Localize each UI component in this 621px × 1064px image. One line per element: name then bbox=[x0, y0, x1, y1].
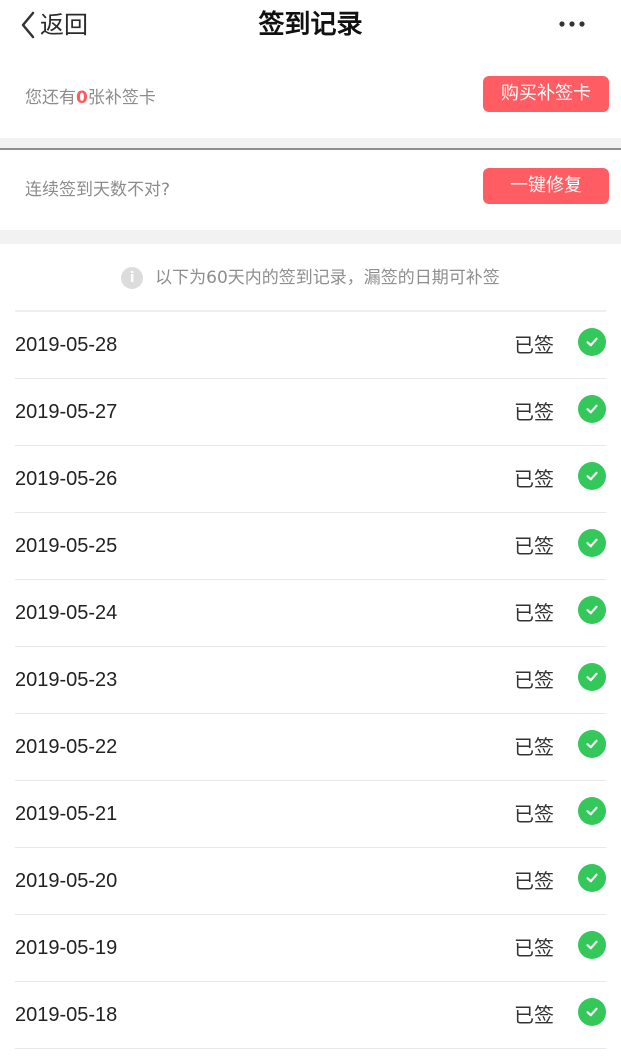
check-icon bbox=[578, 730, 606, 758]
list-item: 2019-05-22 已签 bbox=[15, 714, 606, 781]
record-date: 2019-05-21 bbox=[15, 803, 118, 825]
back-button[interactable]: 返回 bbox=[20, 9, 88, 41]
record-status: 已签 bbox=[514, 668, 554, 692]
check-icon bbox=[578, 529, 606, 557]
info-text: 以下为60天内的签到记录，漏签的日期可补签 bbox=[155, 268, 500, 288]
record-date: 2019-05-22 bbox=[15, 736, 118, 758]
record-status: 已签 bbox=[514, 802, 554, 826]
buy-makeup-card-button[interactable]: 购买补签卡 bbox=[483, 76, 609, 112]
record-status: 已签 bbox=[514, 735, 554, 759]
list-item: 2019-05-21 已签 bbox=[15, 781, 606, 848]
record-list: 2019-05-28 已签 2019-05-27 已签 2019-05-26 已签 2019… bbox=[0, 312, 621, 1049]
check-icon bbox=[578, 797, 606, 825]
list-item: 2019-05-20 已签 bbox=[15, 848, 606, 915]
record-date: 2019-05-26 bbox=[15, 468, 118, 490]
list-item: 2019-05-28 已签 bbox=[15, 312, 606, 379]
check-icon bbox=[578, 462, 606, 490]
makeup-card-panel: 您还有0张补签卡 购买补签卡 bbox=[0, 50, 621, 138]
makeup-card-count-text: 您还有0张补签卡 bbox=[25, 84, 156, 112]
makeup-card-count: 0 bbox=[76, 88, 88, 108]
record-status: 已签 bbox=[514, 333, 554, 357]
record-date: 2019-05-23 bbox=[15, 669, 118, 691]
list-item: 2019-05-25 已签 bbox=[15, 513, 606, 580]
record-status: 已签 bbox=[514, 467, 554, 491]
more-icon[interactable] bbox=[559, 18, 585, 30]
record-status: 已签 bbox=[514, 400, 554, 424]
record-date: 2019-05-25 bbox=[15, 535, 118, 557]
makeup-card-prefix: 您还有 bbox=[25, 88, 76, 108]
record-status: 已签 bbox=[514, 1003, 554, 1027]
list-item: 2019-05-23 已签 bbox=[15, 647, 606, 714]
record-date: 2019-05-27 bbox=[15, 401, 118, 423]
list-item: 2019-05-24 已签 bbox=[15, 580, 606, 647]
info-icon: i bbox=[121, 267, 144, 289]
page-title: 签到记录 bbox=[258, 10, 363, 40]
check-icon bbox=[578, 395, 606, 423]
one-click-repair-button[interactable]: 一键修复 bbox=[483, 168, 609, 204]
list-item: 2019-05-18 已签 bbox=[15, 982, 606, 1049]
makeup-card-suffix: 张补签卡 bbox=[87, 88, 156, 108]
list-item: 2019-05-26 已签 bbox=[15, 446, 606, 513]
section-divider bbox=[0, 138, 621, 148]
record-status: 已签 bbox=[514, 534, 554, 558]
list-item: 2019-05-19 已签 bbox=[15, 915, 606, 982]
info-banner: i 以下为60天内的签到记录，漏签的日期可补签 bbox=[0, 244, 621, 310]
record-status: 已签 bbox=[514, 601, 554, 625]
nav-bar: 返回 签到记录 bbox=[0, 0, 621, 50]
back-label: 返回 bbox=[40, 11, 88, 39]
record-date: 2019-05-24 bbox=[15, 602, 118, 624]
chevron-left-icon bbox=[21, 11, 35, 39]
check-icon bbox=[578, 663, 606, 691]
record-date: 2019-05-18 bbox=[15, 1004, 118, 1026]
section-divider bbox=[0, 230, 621, 244]
record-status: 已签 bbox=[514, 869, 554, 893]
check-icon bbox=[578, 998, 606, 1026]
record-date: 2019-05-19 bbox=[15, 937, 118, 959]
check-icon bbox=[578, 328, 606, 356]
check-icon bbox=[578, 931, 606, 959]
repair-question: 连续签到天数不对? bbox=[25, 180, 171, 200]
repair-panel: 连续签到天数不对? 一键修复 bbox=[0, 150, 621, 230]
check-icon bbox=[578, 596, 606, 624]
record-date: 2019-05-28 bbox=[15, 334, 118, 356]
record-date: 2019-05-20 bbox=[15, 870, 118, 892]
record-status: 已签 bbox=[514, 936, 554, 960]
check-icon bbox=[578, 864, 606, 892]
list-item: 2019-05-27 已签 bbox=[15, 379, 606, 446]
